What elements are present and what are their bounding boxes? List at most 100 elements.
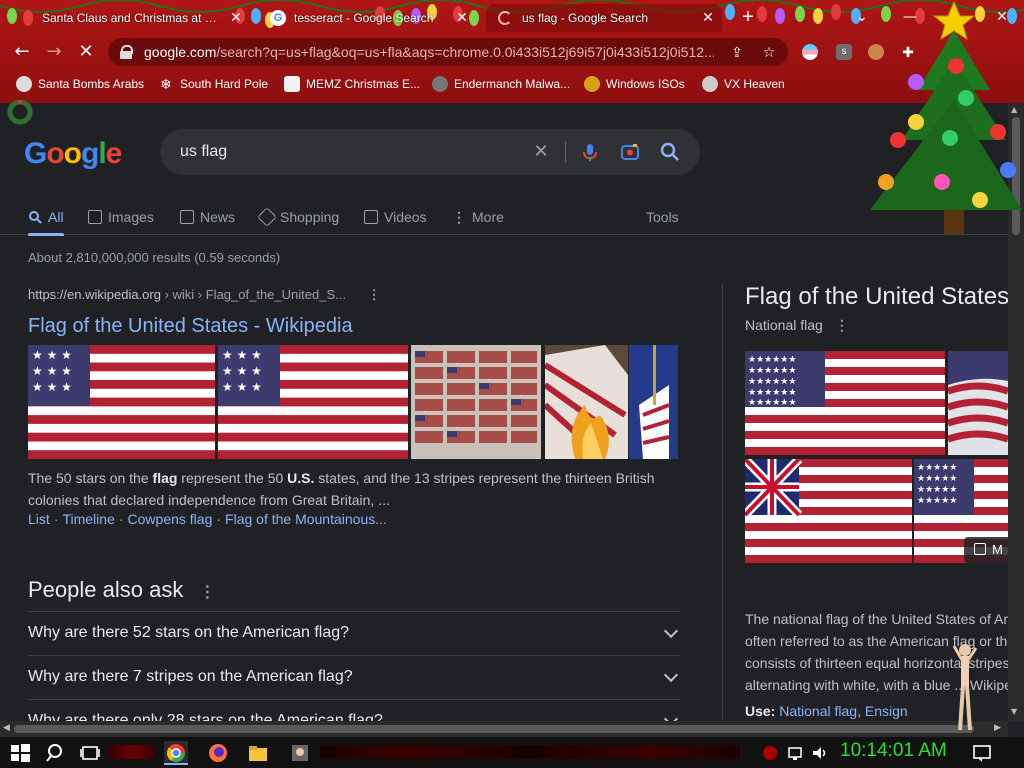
google-logo[interactable]: Google — [24, 137, 122, 173]
url-text[interactable]: google.com/search?q=us+flag&oq=us+fla&aq… — [144, 44, 714, 60]
svg-text:★★★★★: ★★★★★ — [917, 485, 957, 495]
bookmark-label: Endermanch Malwa... — [454, 77, 571, 91]
knowledge-panel-use: Use: National flag, Ensign — [745, 703, 908, 719]
tag-icon — [257, 207, 277, 227]
bookmark-item[interactable]: Endermanch Malwa... — [432, 75, 570, 93]
snowflake-icon: ❄ — [160, 76, 172, 92]
kp-waving-flag-image[interactable] — [948, 351, 1008, 455]
more-options-icon[interactable]: ⋮ — [199, 582, 215, 602]
sitelink[interactable]: Flag of the Mountainous... — [225, 511, 387, 527]
burning-flag-thumbnail[interactable] — [545, 345, 628, 459]
tab-tesseract-search[interactable]: G tesseract - Google Search ✕ — [258, 4, 476, 32]
tools-button[interactable]: Tools — [646, 205, 679, 229]
task-view-icon[interactable] — [78, 741, 102, 765]
notifications-icon[interactable] — [970, 741, 994, 765]
more-images-button[interactable]: M — [964, 537, 1008, 563]
flag-history-thumbnail[interactable] — [411, 345, 541, 459]
tab-santa-claus[interactable]: Santa Claus and Christmas at the North P… — [30, 4, 250, 32]
sitelink[interactable]: List — [28, 511, 50, 527]
bookmark-label: Santa Bombs Arabs — [38, 77, 145, 91]
bookmark-label: VX Heaven — [724, 77, 785, 91]
search-icon[interactable] — [659, 141, 681, 163]
share-icon[interactable]: ⇪ — [728, 44, 746, 62]
new-tab-button[interactable]: + — [738, 7, 758, 28]
clear-search-icon[interactable]: ✕ — [530, 141, 552, 163]
stop-loading-button[interactable]: ✕ — [74, 40, 98, 64]
lock-icon[interactable] — [118, 44, 134, 60]
app-taskbar-icon[interactable] — [288, 741, 312, 765]
paa-question[interactable]: Why are there only 28 stars on the Ameri… — [28, 699, 680, 721]
profile-flag-icon[interactable] — [802, 44, 818, 60]
result-cite[interactable]: https://en.wikipedia.org › wiki › Flag_o… — [28, 287, 678, 303]
chrome-taskbar-icon[interactable] — [164, 741, 188, 765]
tab-label: News — [200, 209, 236, 225]
network-icon[interactable] — [784, 741, 808, 765]
tab-images[interactable]: Images — [88, 205, 154, 229]
result-title-link[interactable]: Flag of the United States - Wikipedia — [28, 315, 678, 338]
bookmark-label: MEMZ Christmas E... — [306, 77, 421, 91]
more-options-icon[interactable]: ⋮ — [835, 317, 849, 334]
search-input[interactable]: us flag — [180, 143, 227, 161]
tab-all[interactable]: All — [28, 205, 64, 236]
taskbar-decoration — [320, 745, 740, 759]
taskbar-search-icon[interactable] — [44, 741, 68, 765]
microphone-icon[interactable] — [579, 141, 601, 163]
svg-text:★ ★ ★: ★ ★ ★ — [32, 380, 72, 394]
bookmark-label: Windows ISOs — [606, 77, 685, 91]
tray-virus-icon[interactable] — [758, 741, 782, 765]
back-button[interactable]: ← — [10, 40, 34, 64]
bookmark-item[interactable]: Santa Bombs Arabs — [16, 75, 144, 93]
bookmark-item[interactable]: Windows ISOs — [584, 75, 685, 93]
more-options-icon[interactable]: ⋮ — [368, 287, 381, 303]
bookmark-item[interactable]: ❄ South Hard Pole — [158, 75, 268, 93]
tab-news[interactable]: News — [180, 205, 235, 229]
scroll-left-icon[interactable]: ◀ — [3, 723, 10, 733]
close-tab-icon[interactable]: ✕ — [228, 10, 244, 26]
sitelink[interactable]: Timeline — [62, 511, 114, 527]
search-result: https://en.wikipedia.org › wiki › Flag_o… — [28, 287, 678, 527]
search-box[interactable]: us flag ✕ — [160, 129, 700, 175]
dancer-figure-decoration — [952, 640, 978, 736]
firefox-taskbar-icon[interactable] — [206, 741, 230, 765]
horizontal-scroll-thumb[interactable] — [14, 725, 974, 733]
clock[interactable]: 10:14:01 AM — [840, 740, 947, 762]
sitelink[interactable]: Cowpens flag — [128, 511, 213, 527]
paa-question[interactable]: Why are there 52 stars on the American f… — [28, 611, 680, 655]
extension-s-icon[interactable]: s — [836, 44, 852, 60]
file-explorer-taskbar-icon[interactable] — [246, 741, 270, 765]
bookmark-star-icon[interactable]: ☆ — [760, 44, 778, 62]
use-link[interactable]: National flag — [779, 703, 857, 719]
flag-thumbnail[interactable]: ★ ★ ★ ★ ★ ★ ★ ★ ★ — [28, 345, 215, 459]
windows-start-icon[interactable] — [8, 741, 32, 765]
flag-on-pole-thumbnail[interactable] — [629, 345, 678, 459]
scroll-down-icon[interactable]: ▼ — [1011, 707, 1017, 716]
kp-grand-union-flag-image[interactable] — [745, 459, 912, 563]
tab-videos[interactable]: Videos — [364, 205, 427, 229]
knowledge-panel-title: Flag of the United States — [745, 283, 1008, 310]
forward-button[interactable]: → — [42, 40, 66, 64]
bookmark-item[interactable]: MEMZ Christmas E... — [284, 75, 420, 93]
horizontal-scrollbar[interactable]: ◀ ▶ — [0, 721, 1008, 737]
use-link[interactable]: Ensign — [865, 703, 908, 719]
tab-shopping[interactable]: Shopping — [257, 205, 339, 229]
flag-thumbnail[interactable]: ★ ★ ★ ★ ★ ★ ★ ★ ★ — [218, 345, 408, 459]
bookmark-item[interactable]: VX Heaven — [702, 75, 785, 93]
close-tab-icon[interactable]: ✕ — [700, 10, 716, 26]
tab-us-flag-search[interactable]: us flag - Google Search ✕ — [486, 4, 722, 32]
tab-label: Images — [108, 209, 154, 225]
tab-more[interactable]: ⋮ More — [452, 205, 504, 229]
volume-icon[interactable] — [808, 741, 832, 765]
news-icon — [180, 210, 194, 224]
knowledge-panel-divider — [722, 283, 723, 721]
search-divider — [565, 141, 566, 163]
vx-heaven-icon — [702, 76, 718, 92]
paa-question[interactable]: Why are there 7 stripes on the American … — [28, 655, 680, 699]
tools-label: Tools — [646, 209, 679, 225]
address-bar[interactable]: google.com/search?q=us+flag&oq=us+fla&aq… — [108, 38, 788, 66]
scroll-right-icon[interactable]: ▶ — [994, 723, 1001, 733]
camera-lens-icon[interactable] — [619, 141, 641, 163]
kp-flag-image[interactable]: ★★★★★★ ★★★★★★ ★★★★★★ ★★★★★★ ★★★★★★ — [745, 351, 945, 455]
close-tab-icon[interactable]: ✕ — [454, 10, 470, 26]
result-images: ★ ★ ★ ★ ★ ★ ★ ★ ★ ★ ★ ★ ★ ★ ★ ★ ★ ★ — [28, 345, 678, 459]
tab-title: tesseract - Google Search — [294, 11, 434, 25]
